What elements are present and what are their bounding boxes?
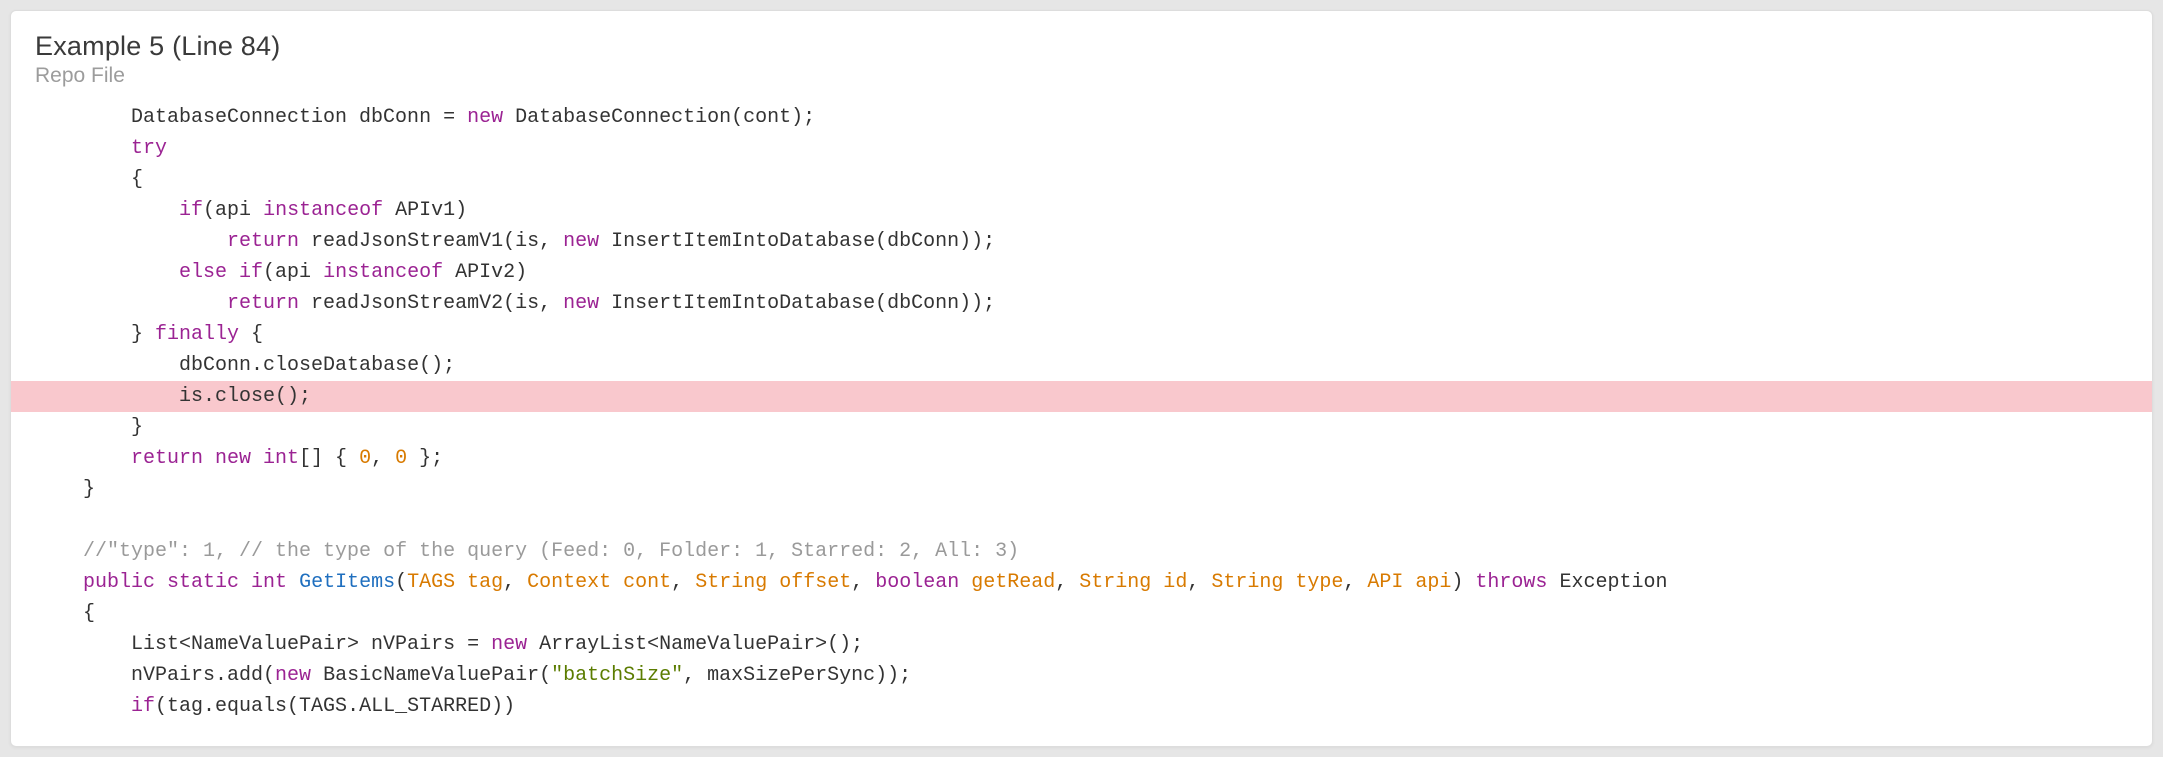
code-line: nVPairs.add(new BasicNameValuePair("batc… (11, 660, 2152, 691)
code-line: return readJsonStreamV1(is, new InsertIt… (11, 226, 2152, 257)
code-line (11, 505, 2152, 536)
code-line: if(api instanceof APIv1) (11, 195, 2152, 226)
code-line: if(tag.equals(TAGS.ALL_STARRED)) (11, 691, 2152, 722)
code-line: //"type": 1, // the type of the query (F… (11, 536, 2152, 567)
code-line: try (11, 133, 2152, 164)
example-header: Example 5 (Line 84) Repo File (11, 11, 2152, 94)
code-line: List<NameValuePair> nVPairs = new ArrayL… (11, 629, 2152, 660)
code-line: else if(api instanceof APIv2) (11, 257, 2152, 288)
code-line: } finally { (11, 319, 2152, 350)
code-block: DatabaseConnection dbConn = new Database… (11, 94, 2152, 730)
code-line: { (11, 598, 2152, 629)
code-line: } (11, 474, 2152, 505)
code-line-highlighted: is.close(); (11, 381, 2152, 412)
code-line: return new int[] { 0, 0 }; (11, 443, 2152, 474)
code-line: } (11, 412, 2152, 443)
example-card: Example 5 (Line 84) Repo File DatabaseCo… (10, 10, 2153, 747)
code-line: { (11, 164, 2152, 195)
example-subtitle: Repo File (35, 64, 2128, 88)
code-line: DatabaseConnection dbConn = new Database… (11, 102, 2152, 133)
example-title: Example 5 (Line 84) (35, 31, 2128, 62)
code-line: public static int GetItems(TAGS tag, Con… (11, 567, 2152, 598)
code-line: dbConn.closeDatabase(); (11, 350, 2152, 381)
code-line: return readJsonStreamV2(is, new InsertIt… (11, 288, 2152, 319)
